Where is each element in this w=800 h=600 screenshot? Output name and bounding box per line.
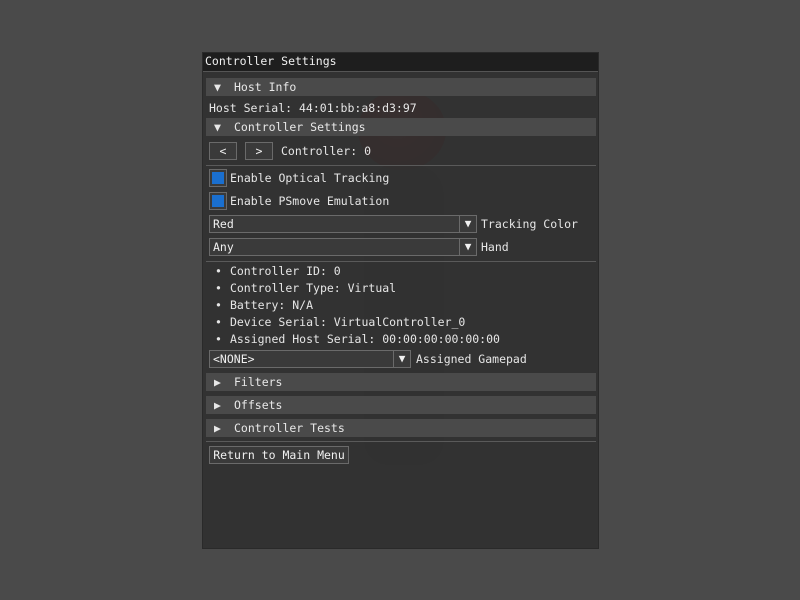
host-serial-text: Host Serial: 44:01:bb:a8:d3:97	[209, 101, 417, 115]
assigned-gamepad-dropdown[interactable]: <NONE> ▼	[209, 350, 411, 368]
expanded-arrow-icon: ▼	[214, 80, 221, 94]
assigned-gamepad-label: Assigned Gamepad	[416, 352, 527, 366]
offsets-header-label: Offsets	[234, 398, 283, 412]
next-controller-button[interactable]: >	[245, 142, 273, 160]
info-list-item: • Device Serial: VirtualController_0	[215, 315, 466, 329]
psmove-emulation-checkbox[interactable]	[209, 192, 227, 210]
controller-tests-header[interactable]: ▶ Controller Tests	[206, 419, 596, 437]
tracking-color-value: Red	[213, 217, 234, 231]
battery-text: Battery: N/A	[229, 298, 314, 312]
controller-type-text: Controller Type: Virtual	[229, 281, 397, 295]
hand-label: Hand	[481, 240, 509, 254]
controller-settings-header[interactable]: ▼ Controller Settings	[206, 118, 596, 136]
host-info-header-label: Host Info	[234, 80, 297, 94]
dropdown-arrow-icon[interactable]: ▼	[459, 238, 477, 256]
filters-header-label: Filters	[234, 375, 283, 389]
host-info-header[interactable]: ▼ Host Info	[206, 78, 596, 96]
tracking-color-label: Tracking Color	[481, 217, 578, 231]
offsets-header[interactable]: ▶ Offsets	[206, 396, 596, 414]
dropdown-arrow-icon[interactable]: ▼	[459, 215, 477, 233]
expanded-arrow-icon: ▼	[214, 120, 221, 134]
info-list-item: • Assigned Host Serial: 00:00:00:00:00:00	[215, 332, 500, 346]
return-to-main-menu-button[interactable]: Return to Main Menu	[209, 446, 349, 464]
collapsed-arrow-icon: ▶	[214, 421, 221, 435]
assigned-host-serial-text: Assigned Host Serial: 00:00:00:00:00:00	[229, 332, 500, 346]
tracking-color-dropdown[interactable]: Red ▼	[209, 215, 477, 233]
checkbox-checked-mark	[212, 172, 224, 184]
checkbox-checked-mark	[212, 195, 224, 207]
dropdown-arrow-icon[interactable]: ▼	[393, 350, 411, 368]
hand-value: Any	[213, 240, 234, 254]
controller-settings-header-label: Controller Settings	[234, 120, 366, 134]
hand-dropdown[interactable]: Any ▼	[209, 238, 477, 256]
collapsed-arrow-icon: ▶	[214, 398, 221, 412]
optical-tracking-label: Enable Optical Tracking	[230, 171, 390, 185]
psmove-emulation-row[interactable]: Enable PSmove Emulation	[209, 192, 389, 211]
controller-tests-header-label: Controller Tests	[234, 421, 345, 435]
optical-tracking-row[interactable]: Enable Optical Tracking	[209, 169, 389, 188]
assigned-gamepad-value: <NONE>	[213, 352, 255, 366]
psmove-emulation-label: Enable PSmove Emulation	[230, 194, 390, 208]
separator	[206, 261, 596, 262]
optical-tracking-checkbox[interactable]	[209, 169, 227, 187]
separator	[206, 441, 596, 442]
controller-index-label: Controller: 0	[281, 144, 372, 158]
controller-settings-window: Controller Settings ▼ Host Info Host Seri…	[202, 52, 599, 549]
filters-header[interactable]: ▶ Filters	[206, 373, 596, 391]
controller-id-text: Controller ID: 0	[229, 264, 341, 278]
previous-controller-button[interactable]: <	[209, 142, 237, 160]
info-list-item: • Battery: N/A	[215, 298, 314, 312]
info-list-item: • Controller Type: Virtual	[215, 281, 397, 295]
device-serial-text: Device Serial: VirtualController_0	[229, 315, 466, 329]
info-list-item: • Controller ID: 0	[215, 264, 341, 278]
window-title[interactable]: Controller Settings	[203, 53, 598, 72]
collapsed-arrow-icon: ▶	[214, 375, 221, 389]
separator	[206, 165, 596, 166]
